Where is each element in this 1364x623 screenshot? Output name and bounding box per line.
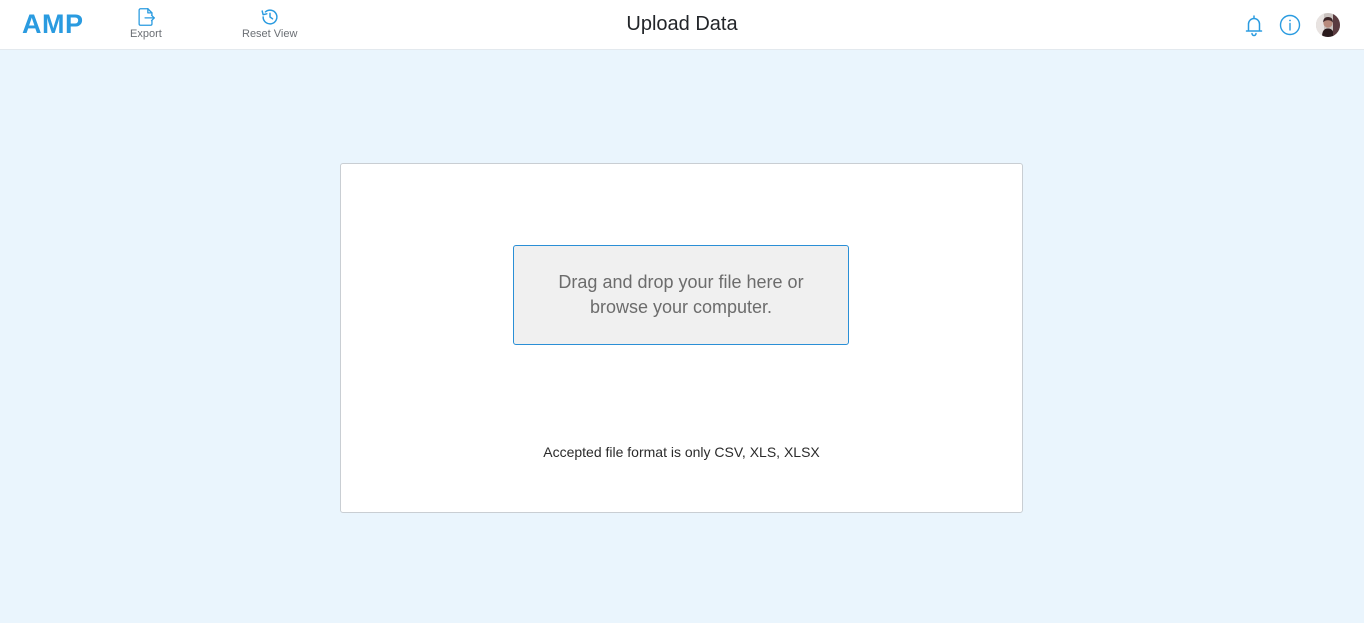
page-title: Upload Data (626, 13, 738, 35)
file-dropzone[interactable]: Drag and drop your file here or browse y… (513, 245, 849, 345)
user-avatar-image (1316, 13, 1340, 37)
info-icon[interactable] (1278, 13, 1302, 37)
bell-icon[interactable] (1242, 13, 1266, 37)
history-icon (261, 9, 278, 25)
export-file-icon (138, 8, 155, 26)
dropzone-text: Drag and drop your file here or browse y… (558, 272, 804, 317)
upload-card: Drag and drop your file here or browse y… (340, 163, 1023, 513)
reset-view-button[interactable]: Reset View (242, 6, 297, 40)
export-label: Export (130, 28, 162, 40)
user-avatar[interactable] (1316, 13, 1340, 37)
export-button[interactable]: Export (130, 6, 162, 40)
top-bar: AMP Export Reset View Upload Data (0, 0, 1364, 50)
accepted-formats-text: Accepted file format is only CSV, XLS, X… (543, 444, 820, 460)
reset-view-label: Reset View (242, 28, 298, 40)
app-logo[interactable]: AMP (22, 9, 84, 40)
